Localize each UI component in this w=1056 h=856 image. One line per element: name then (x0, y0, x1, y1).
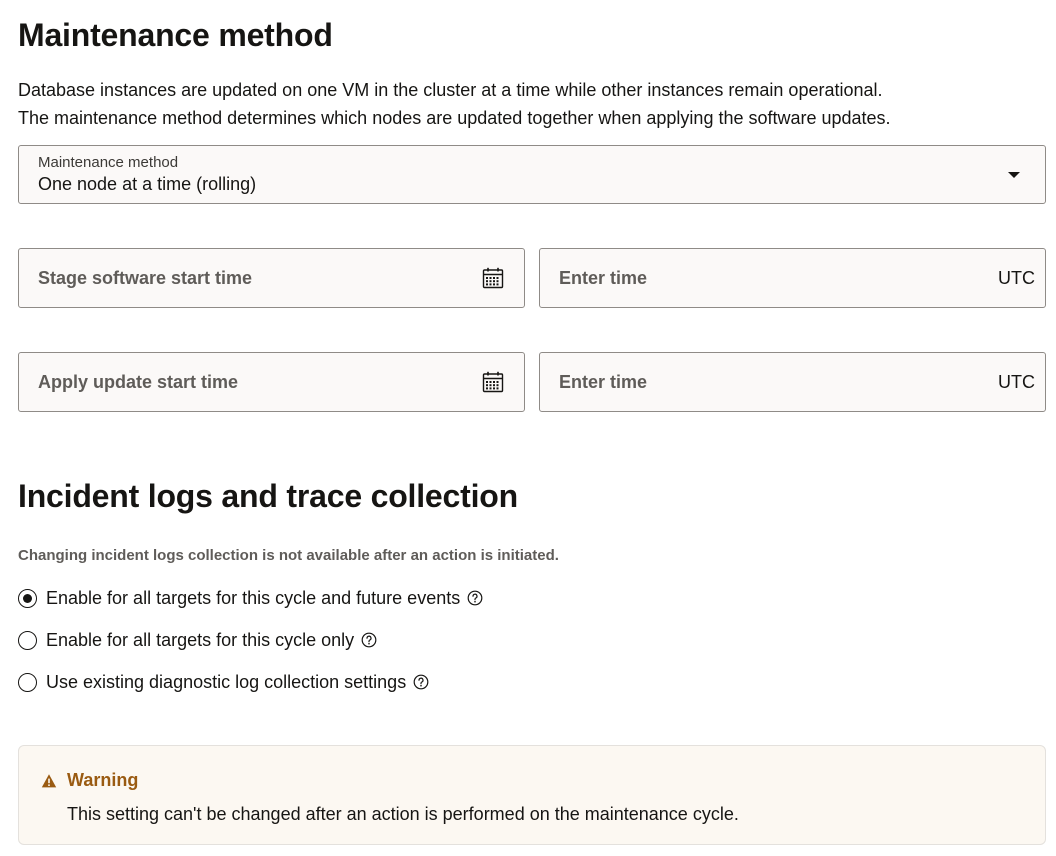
help-circle-icon[interactable] (361, 632, 377, 648)
apply-update-time-input[interactable]: Enter time UTC (539, 352, 1046, 412)
apply-update-date-placeholder: Apply update start time (38, 372, 239, 392)
radio-option-future-events[interactable]: Enable for all targets for this cycle an… (18, 586, 483, 610)
description-line-1: Database instances are updated on one VM… (18, 80, 883, 100)
description-line-2: The maintenance method determines which … (18, 108, 891, 128)
warning-triangle-icon (41, 773, 57, 787)
stage-software-date-placeholder: Stage software start time (38, 268, 253, 288)
timezone-label: UTC (998, 372, 1035, 392)
maintenance-method-heading: Maintenance method (18, 17, 333, 53)
caret-down-icon[interactable] (1008, 172, 1020, 178)
warning-title: Warning (67, 770, 139, 790)
incident-logs-heading: Incident logs and trace collection (18, 478, 518, 514)
calendar-icon[interactable] (482, 267, 504, 289)
apply-update-date-input[interactable]: Apply update start time (18, 352, 525, 412)
maintenance-description: Database instances are updated on one VM… (18, 76, 891, 132)
radio-option-existing-settings[interactable]: Use existing diagnostic log collection s… (18, 670, 429, 694)
radio-button-selected[interactable] (18, 588, 37, 608)
warning-message: This setting can't be changed after an a… (67, 804, 739, 824)
timezone-label: UTC (998, 268, 1035, 288)
maintenance-settings-panel: Maintenance method Database instances ar… (0, 0, 1056, 856)
help-circle-icon[interactable] (413, 674, 429, 690)
warning-header: Warning (41, 770, 138, 791)
radio-dot (23, 593, 32, 603)
stage-software-time-input[interactable]: Enter time UTC (539, 248, 1046, 308)
radio-label: Enable for all targets for this cycle on… (46, 629, 355, 650)
maintenance-method-select-value: One node at a time (rolling) (38, 174, 257, 194)
maintenance-method-select-label: Maintenance method (38, 154, 179, 171)
apply-update-time-placeholder: Enter time (559, 372, 648, 392)
radio-label: Enable for all targets for this cycle an… (46, 587, 461, 608)
warning-banner: Warning This setting can't be changed af… (18, 745, 1046, 845)
stage-software-date-input[interactable]: Stage software start time (18, 248, 525, 308)
calendar-icon[interactable] (482, 371, 504, 393)
radio-button[interactable] (18, 672, 37, 692)
radio-label: Use existing diagnostic log collection s… (46, 671, 407, 692)
help-circle-icon[interactable] (467, 590, 483, 606)
incident-logs-note: Changing incident logs collection is not… (18, 547, 559, 564)
radio-button[interactable] (18, 630, 37, 650)
radio-option-this-cycle[interactable]: Enable for all targets for this cycle on… (18, 628, 377, 652)
maintenance-method-select[interactable]: Maintenance method One node at a time (r… (18, 145, 1046, 204)
stage-software-time-placeholder: Enter time (559, 268, 648, 288)
